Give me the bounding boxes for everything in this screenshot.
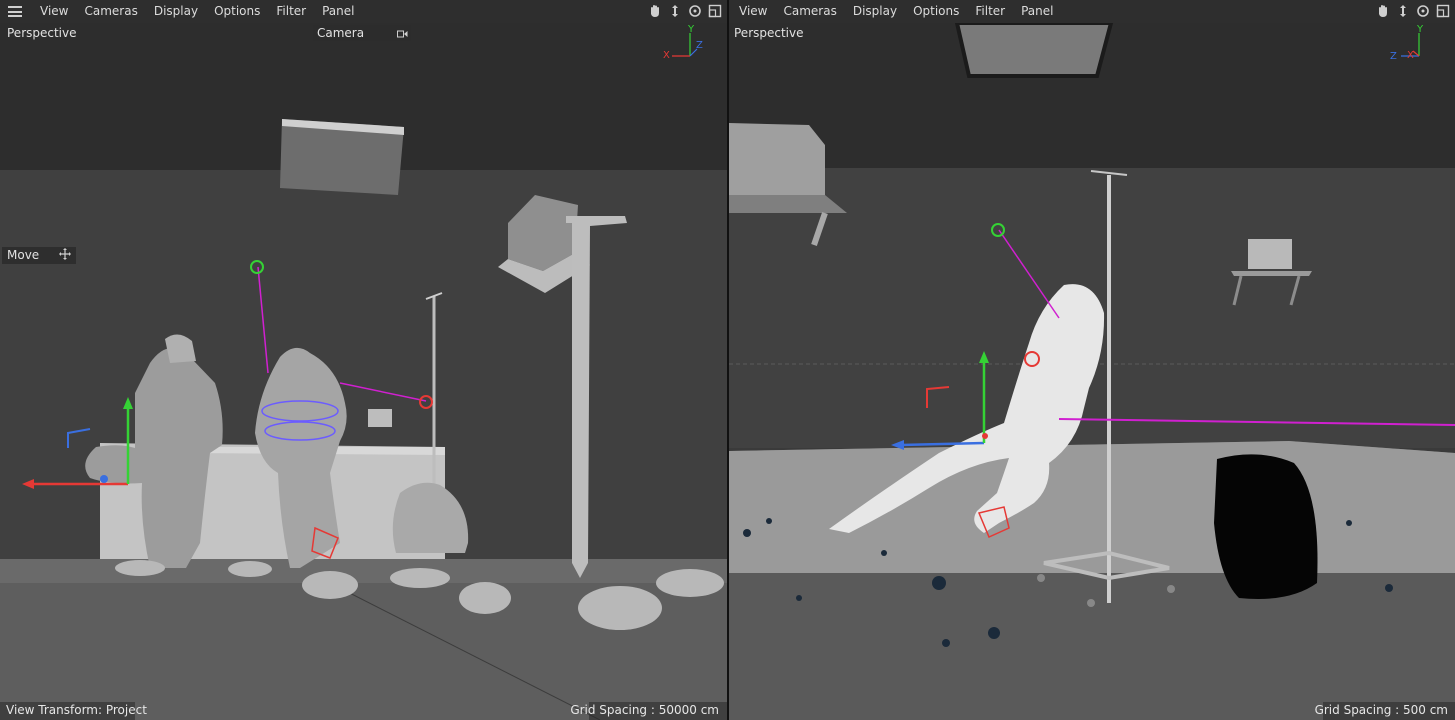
projection-label[interactable]: Perspective <box>7 26 77 40</box>
menu-filter[interactable]: Filter <box>268 0 314 23</box>
menu-display[interactable]: Display <box>845 0 905 23</box>
right-viewport-scene[interactable] <box>729 23 1455 720</box>
menu-panel[interactable]: Panel <box>1013 0 1061 23</box>
axis-label-x: X <box>663 50 670 61</box>
hand-pan-icon[interactable] <box>647 3 663 19</box>
menu-options[interactable]: Options <box>905 0 967 23</box>
menu-display[interactable]: Display <box>146 0 206 23</box>
move-arrows-icon[interactable] <box>667 3 683 19</box>
camera-selector[interactable]: Camera <box>313 25 411 41</box>
move-crosshair-icon <box>59 248 71 265</box>
menu-icon[interactable] <box>8 6 22 17</box>
menu-cameras[interactable]: Cameras <box>775 0 844 23</box>
rotate-icon[interactable] <box>1415 3 1431 19</box>
move-arrows-icon[interactable] <box>1395 3 1411 19</box>
menu-view[interactable]: View <box>731 0 775 23</box>
axis-label-z: Z <box>1390 51 1397 62</box>
hand-pan-icon[interactable] <box>1375 3 1391 19</box>
axis-label-y: Y <box>688 24 695 35</box>
menu-panel[interactable]: Panel <box>314 0 362 23</box>
maximize-icon[interactable] <box>707 3 723 19</box>
right-viewport[interactable]: Y Z X View Cameras Display Options Filte… <box>729 0 1455 720</box>
left-viewport-scene[interactable] <box>0 23 727 720</box>
menu-cameras[interactable]: Cameras <box>76 0 145 23</box>
move-tool-label: Move <box>7 248 40 262</box>
axis-label-y: Y <box>1417 24 1424 35</box>
grid-spacing-status: Grid Spacing : 50000 cm <box>570 703 719 717</box>
camera-label: Camera <box>317 26 365 40</box>
menu-options[interactable]: Options <box>206 0 268 23</box>
rotate-icon[interactable] <box>687 3 703 19</box>
menu-filter[interactable]: Filter <box>967 0 1013 23</box>
grid-spacing-status: Grid Spacing : 500 cm <box>1314 703 1448 717</box>
left-viewport-menubar: View Cameras Display Options Filter Pane… <box>0 0 727 23</box>
left-viewport[interactable]: Y X Z View Cameras Display Options Filte… <box>0 0 727 720</box>
projection-label[interactable]: Perspective <box>734 26 804 40</box>
axis-label-z: Z <box>696 40 703 51</box>
right-viewport-menubar: View Cameras Display Options Filter Pane… <box>729 0 1455 23</box>
axis-label-x: X <box>1407 50 1414 61</box>
move-tool-indicator[interactable]: Move <box>2 247 76 264</box>
camera-icon <box>397 27 408 43</box>
maximize-icon[interactable] <box>1435 3 1451 19</box>
menu-view[interactable]: View <box>32 0 76 23</box>
view-transform-status: View Transform: Project <box>6 703 147 717</box>
